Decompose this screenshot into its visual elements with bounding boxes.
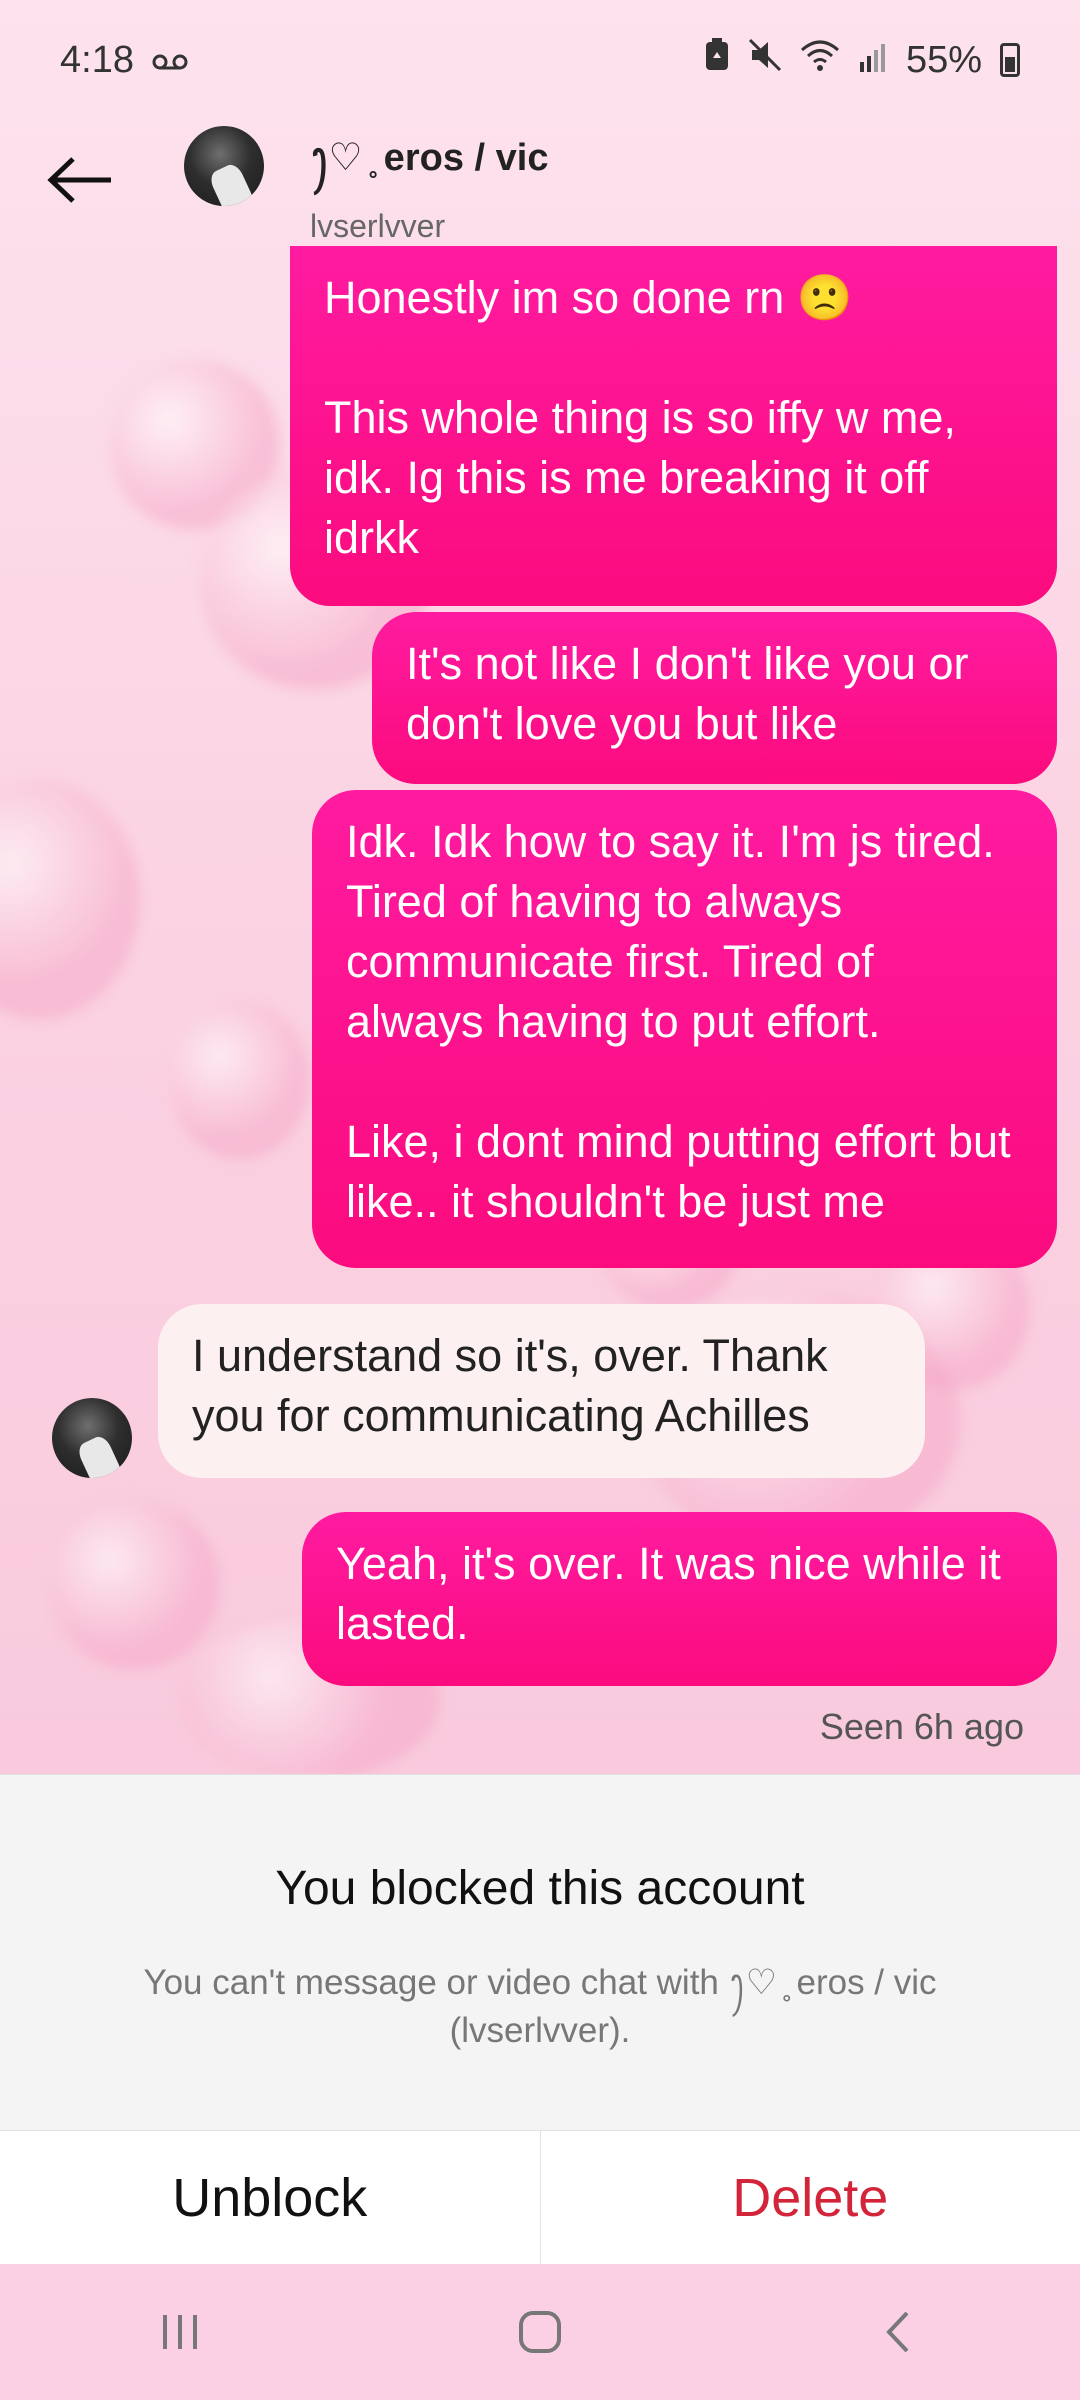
recent-apps-button[interactable]: [120, 2287, 240, 2377]
arrow-left-icon: [47, 157, 111, 203]
sender-avatar[interactable]: [52, 1398, 132, 1478]
voicemail-icon: [152, 39, 188, 81]
message-bubble-sent[interactable]: Yeah, it's over. It was nice while it la…: [302, 1512, 1057, 1686]
chat-header: ꫂ♡ ̥ eros / vic lvserlvver: [0, 110, 1080, 244]
message-text: Idk. Idk how to say it. I'm js tired. Ti…: [346, 816, 995, 1047]
status-time: 4:18: [60, 38, 134, 81]
home-button[interactable]: [480, 2287, 600, 2377]
contact-avatar[interactable]: [184, 126, 264, 206]
back-button[interactable]: [40, 140, 120, 220]
battery-saver-icon: [704, 38, 730, 82]
message-text: Yeah, it's over. It was nice while it la…: [336, 1538, 1001, 1649]
blocked-title: You blocked this account: [275, 1862, 805, 1915]
message-text: Honestly im so done rn 🙁: [324, 272, 853, 323]
delete-button[interactable]: Delete: [541, 2131, 1080, 2264]
seen-status: Seen 6h ago: [819, 1706, 1024, 1747]
message-text: This whole thing is so iffy w me, idk. I…: [324, 392, 956, 563]
recent-apps-icon: [163, 2315, 197, 2349]
contact-info[interactable]: ꫂ♡ ̥ eros / vic lvserlvver: [310, 120, 548, 245]
contact-handle: lvserlvver: [310, 208, 446, 244]
message-bubble-sent[interactable]: It's not like I don't like you or don't …: [372, 612, 1057, 784]
message-bubble-sent[interactable]: Idk. Idk how to say it. I'm js tired. Ti…: [312, 790, 1057, 1268]
signal-icon: [858, 39, 888, 82]
unblock-button[interactable]: Unblock: [0, 2131, 541, 2264]
message-bubble-received[interactable]: I understand so it's, over. Thank you fo…: [158, 1304, 925, 1478]
blocked-description: You can't message or video chat with ꫂ♡ …: [143, 1963, 937, 2050]
message-text: Like, i dont mind putting effort but lik…: [346, 1116, 1011, 1227]
blocked-notice: You blocked this account You can't messa…: [0, 1774, 1080, 2130]
back-nav-button[interactable]: [840, 2287, 960, 2377]
wifi-icon: [800, 38, 840, 82]
status-bar: 4:18 55%: [0, 0, 1080, 120]
battery-icon: [1000, 43, 1020, 77]
message-text: It's not like I don't like you or don't …: [406, 638, 969, 749]
battery-percent: 55%: [905, 38, 982, 81]
message-text: I understand so it's, over. Thank you fo…: [192, 1330, 828, 1441]
block-actions: Unblock Delete: [0, 2130, 1080, 2264]
message-bubble-sent[interactable]: Honestly im so done rn 🙁 This whole thin…: [290, 246, 1057, 606]
chevron-left-icon: [886, 2311, 909, 2353]
home-icon: [519, 2311, 561, 2353]
contact-name: ꫂ♡ ̥ eros / vic: [310, 137, 549, 179]
mute-icon: [748, 38, 782, 82]
system-nav-bar: [0, 2264, 1080, 2400]
